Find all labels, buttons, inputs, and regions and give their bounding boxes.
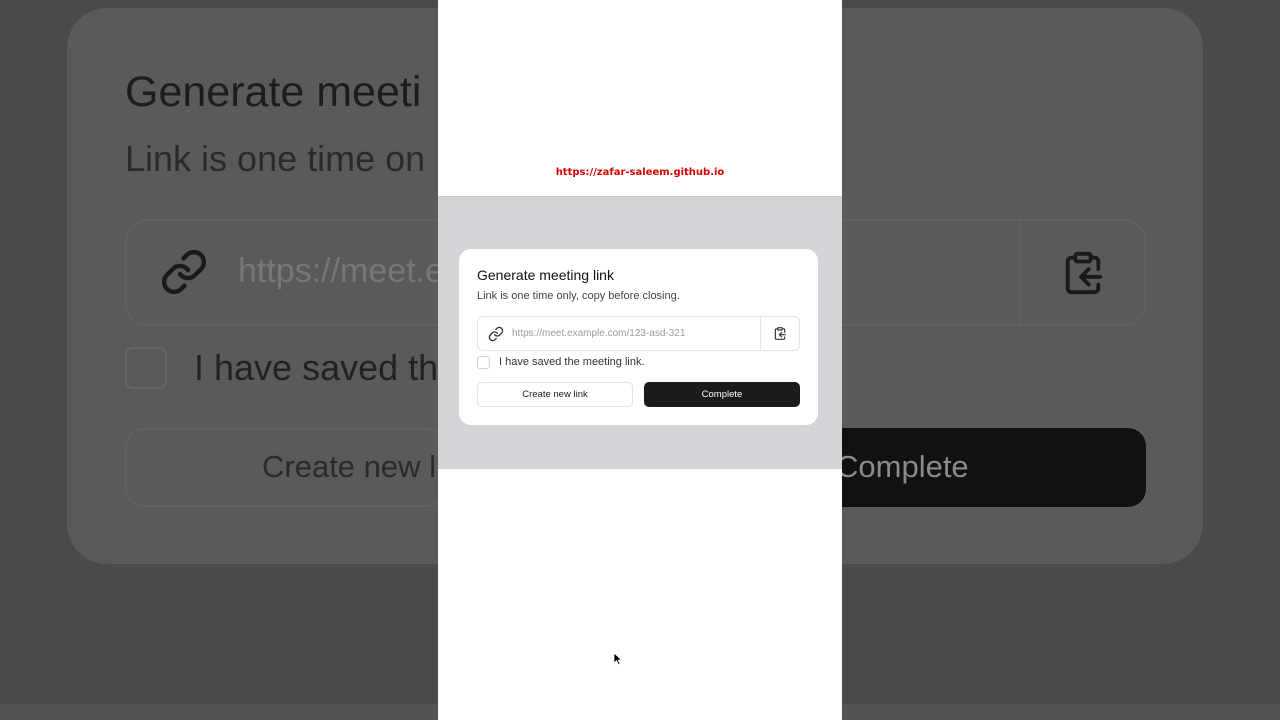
meeting-url-field	[477, 316, 800, 351]
paste-button[interactable]	[761, 317, 799, 350]
dialog-title: Generate meeting link	[477, 267, 614, 283]
complete-button[interactable]: Complete	[644, 382, 800, 407]
background-clipboard-paste-icon	[1065, 251, 1103, 295]
background-url-text: https://meet.e	[238, 252, 444, 290]
background-checkbox	[125, 347, 167, 389]
background-link-icon	[161, 249, 207, 295]
background-create-button-label: Create new l	[262, 449, 437, 484]
meeting-link-dialog: Generate meeting link Link is one time o…	[459, 249, 818, 666]
meeting-url-input[interactable]	[512, 318, 758, 349]
background-subtitle: Link is one time on	[125, 138, 426, 179]
background-title: Generate meeti	[125, 68, 422, 116]
create-new-link-button[interactable]: Create new link	[477, 382, 633, 407]
saved-link-checkbox[interactable]	[477, 356, 490, 369]
link-icon	[488, 326, 504, 342]
modal-overlay: Generate meeting link Link is one time o…	[438, 196, 842, 666]
watermark-url: https://zafar-saleem.github.io	[555, 167, 725, 178]
background-complete-button-label: Complete	[836, 449, 969, 484]
dialog-subtitle: Link is one time only, copy before closi…	[477, 290, 680, 302]
phone-frame: https://zafar-saleem.github.io Generate …	[438, 0, 842, 720]
mouse-pointer-icon	[613, 652, 622, 666]
background-checkbox-label: I have saved th	[194, 347, 439, 388]
background-field-divider	[1019, 221, 1021, 324]
clipboard-paste-icon	[774, 327, 786, 340]
saved-link-checkbox-label: I have saved the meeting link.	[499, 356, 645, 368]
